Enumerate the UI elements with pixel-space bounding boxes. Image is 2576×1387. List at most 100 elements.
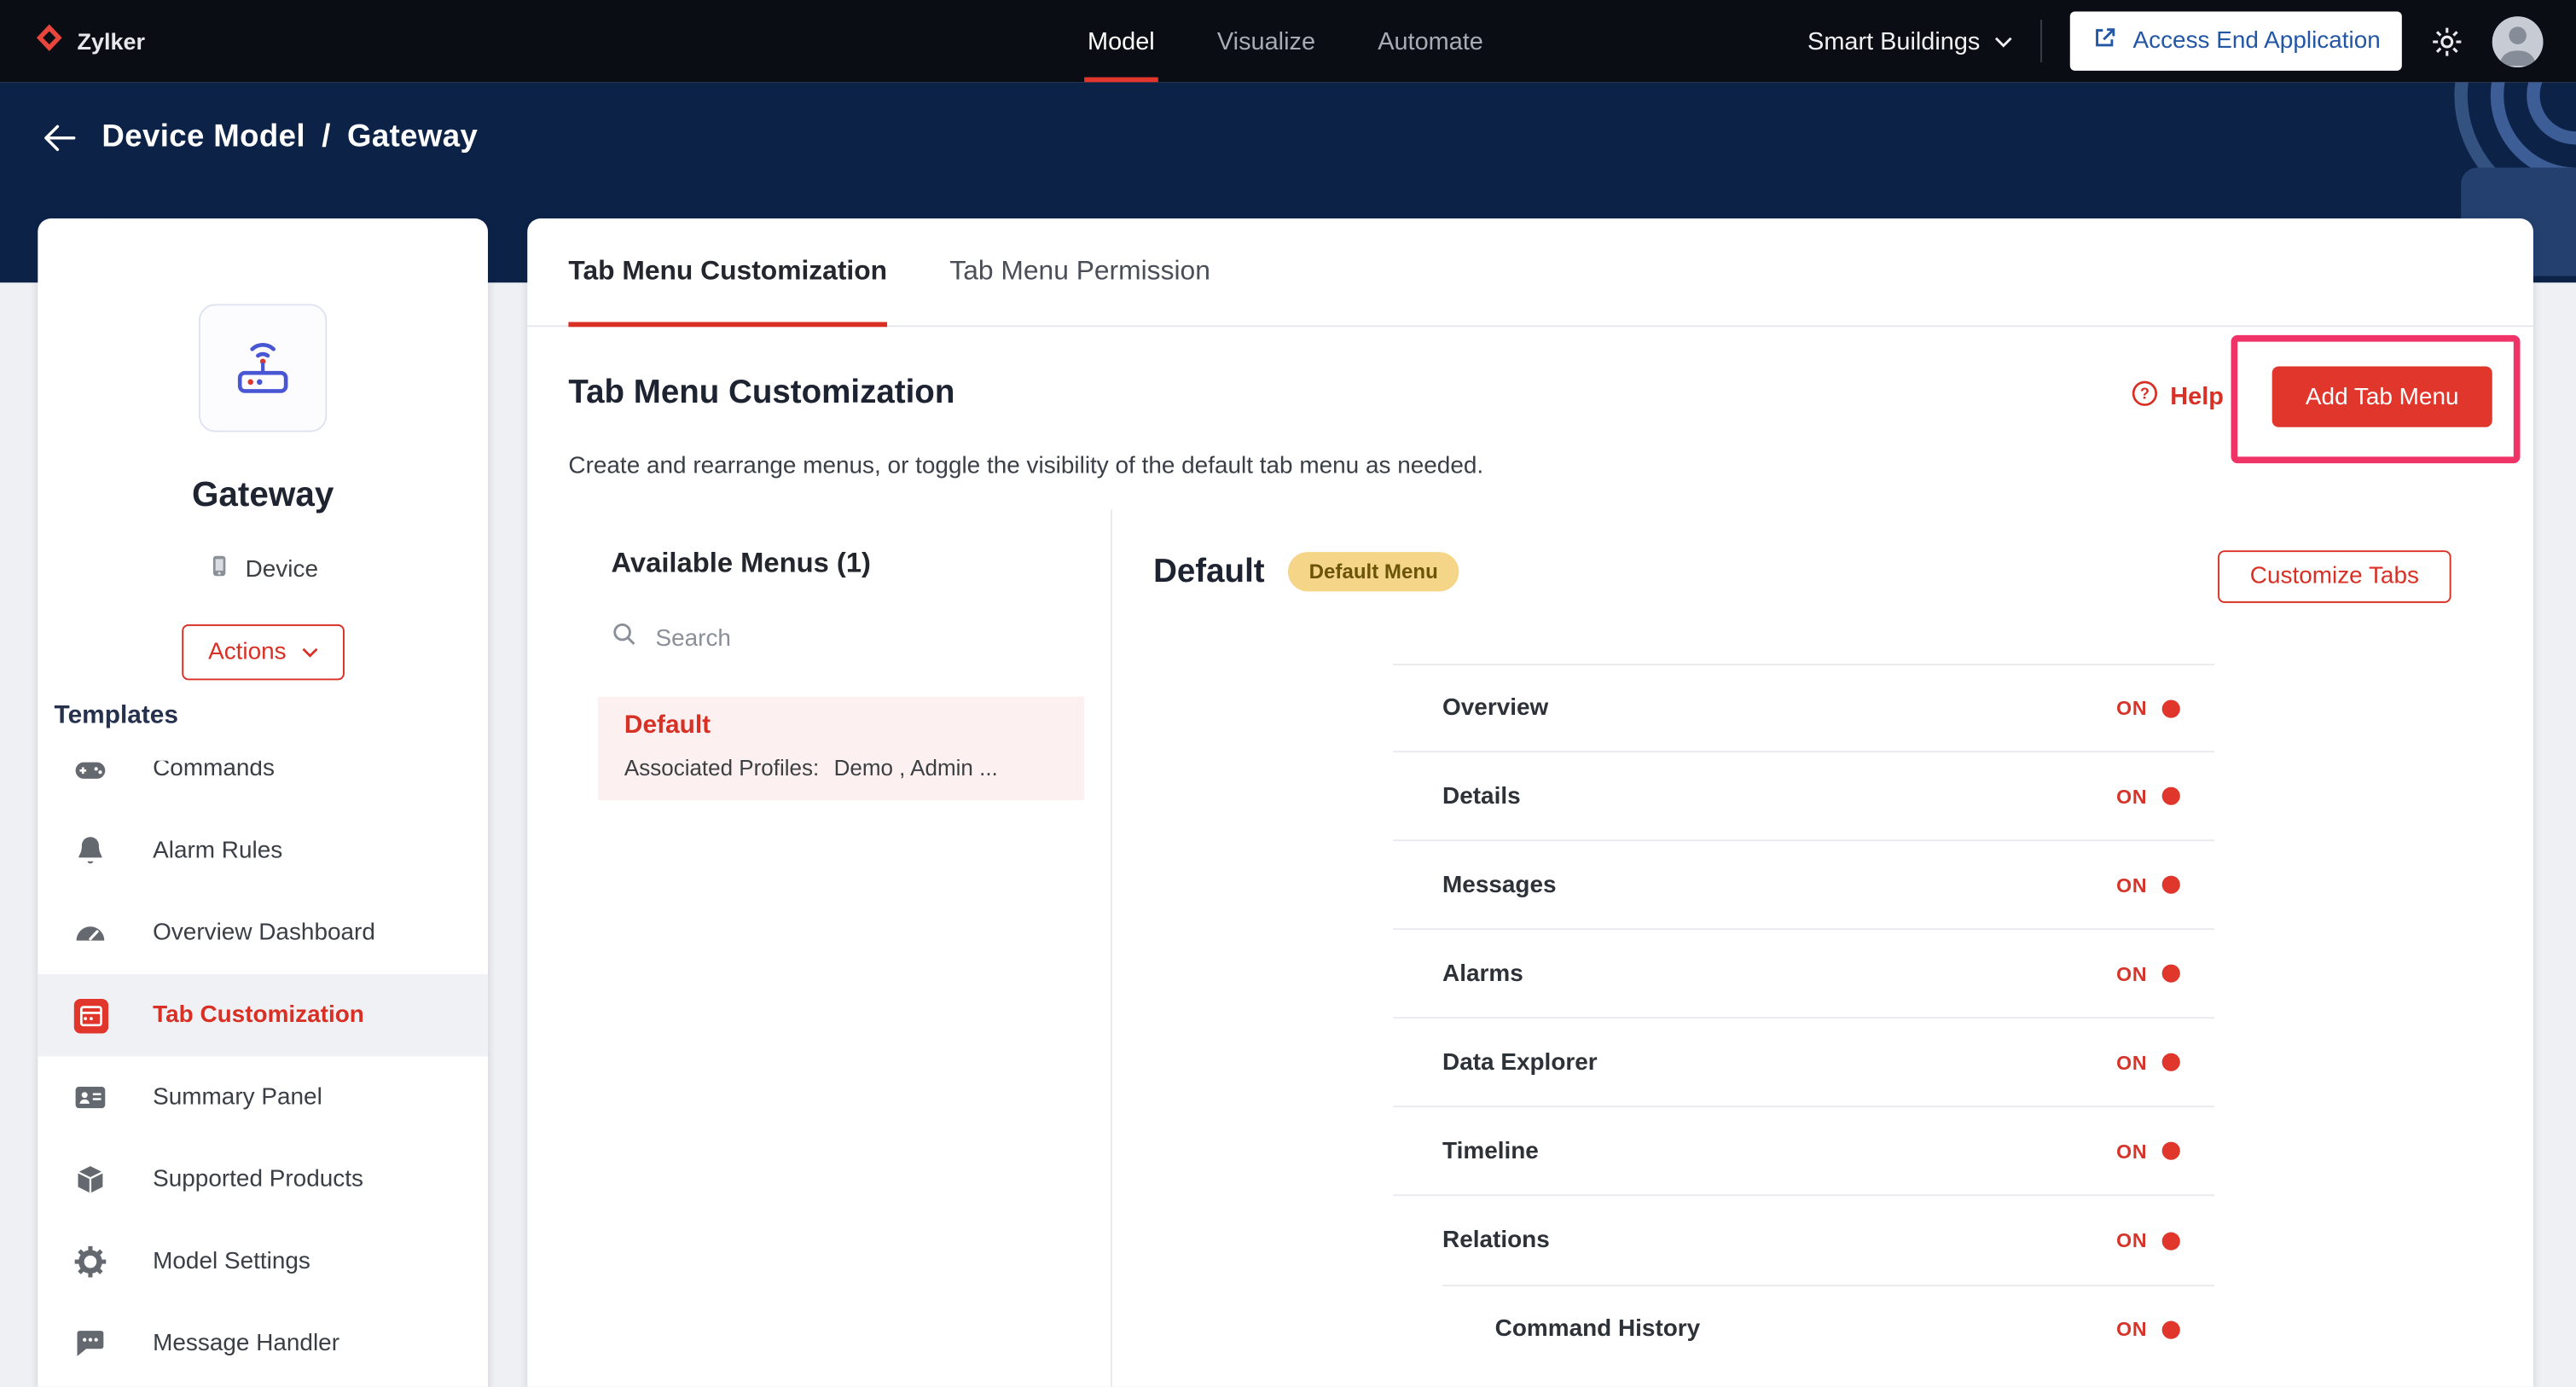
help-label: Help xyxy=(2170,382,2224,411)
default-menu-badge: Default Menu xyxy=(1287,552,1459,592)
tab-menu-rows: Overview ON Details ON Messages ON Alarm… xyxy=(1393,664,2215,1373)
visibility-toggle[interactable]: ON xyxy=(2116,1140,2180,1163)
toggle-dot-icon xyxy=(2161,875,2180,894)
breadcrumb: Device Model / Gateway xyxy=(102,120,478,156)
breadcrumb-page: Gateway xyxy=(347,119,479,155)
actions-label: Actions xyxy=(208,639,287,666)
available-menus-heading: Available Menus (1) xyxy=(611,547,871,578)
brand[interactable]: Zylker xyxy=(33,20,145,61)
search-input[interactable] xyxy=(652,623,1014,653)
sidebar-item-label: Tab Customization xyxy=(153,1001,364,1029)
panel-divider xyxy=(1110,509,1112,1387)
table-row-alarms: Alarms ON xyxy=(1393,930,2215,1019)
access-end-application-label: Access End Application xyxy=(2132,27,2381,55)
help-link[interactable]: ? Help xyxy=(2131,380,2224,414)
external-link-icon xyxy=(2092,25,2118,58)
toggle-dot-icon xyxy=(2161,1231,2180,1250)
app-selector-label: Smart Buildings xyxy=(1807,26,1981,55)
nav-link-visualize[interactable]: Visualize xyxy=(1214,0,1319,82)
device-type-row: Device xyxy=(38,554,488,585)
visibility-toggle[interactable]: ON xyxy=(2116,785,2180,808)
table-row-data-explorer: Data Explorer ON xyxy=(1393,1018,2215,1108)
toggle-state: ON xyxy=(2116,1317,2148,1341)
access-end-application-button[interactable]: Access End Application xyxy=(2070,11,2402,71)
settings-gear-icon[interactable] xyxy=(2430,24,2464,58)
sidebar-item-label: Summary Panel xyxy=(153,1084,322,1111)
toggle-state: ON xyxy=(2116,1139,2148,1163)
tab-menu-permission[interactable]: Tab Menu Permission xyxy=(949,218,1210,325)
svg-text:?: ? xyxy=(2140,386,2150,403)
row-label: Alarms xyxy=(1442,960,1523,987)
app-selector[interactable]: Smart Buildings xyxy=(1807,27,2013,55)
sidebar-item-overview-dashboard[interactable]: Overview Dashboard xyxy=(38,892,488,974)
visibility-toggle[interactable]: ON xyxy=(2116,1229,2180,1252)
tab-grid-icon xyxy=(71,998,110,1033)
device-name: Gateway xyxy=(191,476,334,514)
navbar-right: Smart Buildings Access End Application xyxy=(1807,11,2544,71)
visibility-toggle[interactable]: ON xyxy=(2116,873,2180,897)
tab-menu-customization[interactable]: Tab Menu Customization xyxy=(568,218,888,328)
sidebar-item-model-settings[interactable]: Model Settings xyxy=(38,1221,488,1303)
user-avatar[interactable] xyxy=(2492,15,2544,67)
sidebar-item-summary-panel[interactable]: Summary Panel xyxy=(38,1056,488,1138)
sidebar-item-label: Supported Products xyxy=(153,1166,363,1193)
application-window: Zylker Model Visualize Automate Smart Bu… xyxy=(0,0,2576,1387)
cube-icon xyxy=(71,1162,110,1198)
search-row xyxy=(611,621,1054,655)
toggle-dot-icon xyxy=(2161,699,2180,717)
toggle-dot-icon xyxy=(2161,1320,2180,1338)
sidebar-item-label: Overview Dashboard xyxy=(153,920,375,947)
sidebar-item-commands[interactable]: Commands xyxy=(38,761,488,810)
table-row-timeline: Timeline ON xyxy=(1393,1107,2215,1197)
breadcrumb-separator: / xyxy=(322,119,331,155)
templates-menu-list: Commands Alarm Rules Overview Dashboard … xyxy=(38,761,489,1387)
top-navbar: Zylker Model Visualize Automate Smart Bu… xyxy=(0,0,2576,83)
table-row-messages: Messages ON xyxy=(1393,841,2215,931)
breadcrumb-section: Device Model xyxy=(102,119,305,155)
id-card-icon xyxy=(71,1079,110,1115)
search-icon xyxy=(611,621,637,655)
toggle-state: ON xyxy=(2116,784,2148,808)
sidebar-item-label: Message Handler xyxy=(153,1331,340,1357)
visibility-toggle[interactable]: ON xyxy=(2116,962,2180,985)
templates-heading: Templates xyxy=(54,701,179,730)
router-device-icon xyxy=(223,324,302,411)
toggle-dot-icon xyxy=(2161,964,2180,983)
nav-link-automate[interactable]: Automate xyxy=(1374,0,1486,82)
sidebar-item-tab-customization[interactable]: Tab Customization xyxy=(38,974,489,1057)
menu-item-profiles: Associated Profiles: Demo , Admin ... xyxy=(624,756,1058,781)
visibility-toggle[interactable]: ON xyxy=(2116,697,2180,720)
toggle-dot-icon xyxy=(2161,1141,2180,1160)
menu-item-name: Default xyxy=(624,711,711,740)
sidebar-item-alarm-rules[interactable]: Alarm Rules xyxy=(38,810,488,892)
add-tab-menu-button[interactable]: Add Tab Menu xyxy=(2271,366,2492,427)
available-menu-item-default[interactable]: Default Associated Profiles: Demo , Admi… xyxy=(598,696,1085,800)
toggle-dot-icon xyxy=(2161,786,2180,805)
visibility-toggle[interactable]: ON xyxy=(2116,1318,2180,1341)
table-row-command-history: Command History ON xyxy=(1393,1285,2215,1373)
tabs-bar: Tab Menu Customization Tab Menu Permissi… xyxy=(527,218,2533,328)
device-image-box xyxy=(199,304,328,432)
device-type-label: Device xyxy=(245,555,318,583)
back-arrow-icon[interactable] xyxy=(43,123,76,153)
chevron-down-icon xyxy=(301,647,317,657)
actions-button[interactable]: Actions xyxy=(182,624,345,681)
sidebar-item-label: Alarm Rules xyxy=(153,838,283,865)
chevron-down-icon xyxy=(1995,27,2013,55)
toggle-state: ON xyxy=(2116,1228,2148,1252)
nav-link-model[interactable]: Model xyxy=(1084,0,1158,83)
sidebar-item-supported-products[interactable]: Supported Products xyxy=(38,1139,488,1221)
row-label: Command History xyxy=(1494,1315,1701,1343)
detail-title: Default xyxy=(1153,553,1265,589)
sidebar-item-label: Model Settings xyxy=(153,1248,310,1275)
toggle-state: ON xyxy=(2116,1050,2148,1074)
customize-tabs-button[interactable]: Customize Tabs xyxy=(2218,550,2451,603)
sidebar-item-label: Commands xyxy=(153,760,275,782)
profiles-value: Demo , Admin ... xyxy=(833,755,998,781)
row-label: Timeline xyxy=(1442,1137,1539,1164)
sidebar-item-message-handler[interactable]: Message Handler xyxy=(38,1303,488,1384)
visibility-toggle[interactable]: ON xyxy=(2116,1051,2180,1074)
table-row-relations: Relations ON xyxy=(1393,1196,2214,1285)
table-row-overview: Overview ON xyxy=(1393,664,2215,753)
toggle-state: ON xyxy=(2116,696,2148,720)
